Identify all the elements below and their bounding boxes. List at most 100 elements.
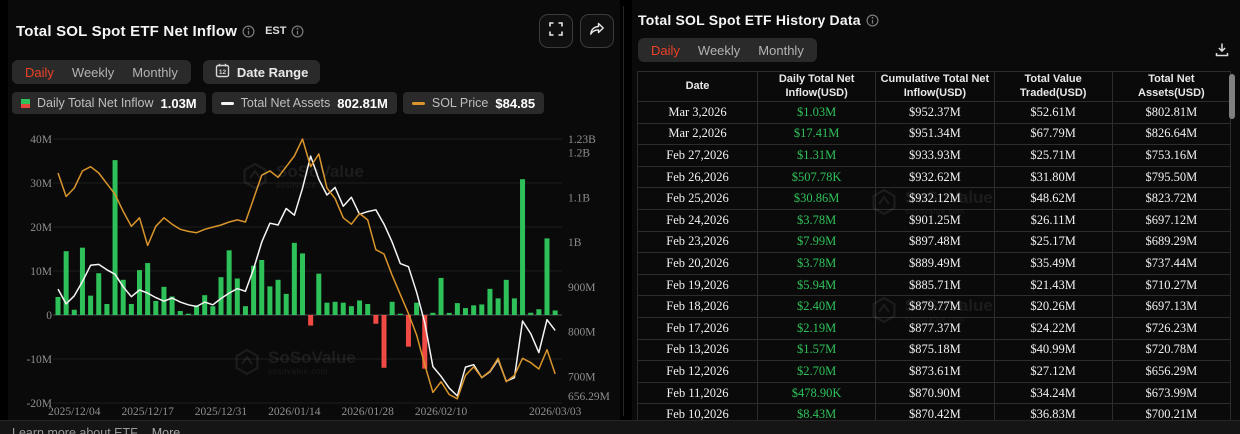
table-row: Feb 11,2026$478.90K$870.90M$34.24M$673.9… <box>638 382 1231 404</box>
col-total-value-traded: Total Value Traded(USD) <box>994 72 1112 102</box>
fullscreen-icon <box>549 22 563 41</box>
date-range-button[interactable]: 12 Date Range <box>203 60 321 84</box>
tab-daily[interactable]: Daily <box>642 42 689 59</box>
cell-value: $34.24M <box>994 382 1112 404</box>
title-info-icon[interactable] <box>242 25 255 38</box>
col-date: Date <box>638 72 758 102</box>
cell-value: $656.29M <box>1112 361 1230 383</box>
etf-flow-chart-svg: 40M30M20M10M0-10M-20M1.23B1.2B1.1B1B900M… <box>8 126 620 418</box>
history-info-icon[interactable] <box>866 14 879 27</box>
table-row: Feb 18,2026$2.40M$879.77M$20.26M$697.13M <box>638 296 1231 318</box>
cell-value: $875.18M <box>876 339 994 361</box>
cell-value: $877.37M <box>876 317 994 339</box>
net-inflow-panel: Total SOL Spot ETF Net Inflow EST Daily … <box>8 0 620 421</box>
svg-text:20M: 20M <box>30 222 52 234</box>
svg-text:-10M: -10M <box>26 354 52 366</box>
cell-value: $901.25M <box>876 209 994 231</box>
etf-flow-chart[interactable]: 40M30M20M10M0-10M-20M1.23B1.2B1.1B1B900M… <box>8 126 620 418</box>
timezone-info-icon[interactable] <box>291 25 304 38</box>
timezone-label: EST <box>265 25 286 37</box>
footer-more-link[interactable]: More <box>152 426 180 434</box>
cell-value: $24.22M <box>994 317 1112 339</box>
table-row: Mar 2,2026$17.41M$951.34M$67.79M$826.64M <box>638 123 1231 145</box>
cell-value: $3.78M <box>758 209 876 231</box>
cell-value: $933.93M <box>876 145 994 167</box>
white-dash-icon <box>221 102 234 105</box>
cell-value: $20.26M <box>994 296 1112 318</box>
tab-monthly[interactable]: Monthly <box>123 64 187 81</box>
cell-value: $879.77M <box>876 296 994 318</box>
table-row: Feb 12,2026$2.70M$873.61M$27.12M$656.29M <box>638 361 1231 383</box>
cell-value: $885.71M <box>876 274 994 296</box>
download-button[interactable] <box>1214 42 1230 58</box>
cell-value: $710.27M <box>1112 274 1230 296</box>
table-scrollbar[interactable] <box>1229 74 1235 418</box>
svg-text:2026/01/14: 2026/01/14 <box>268 406 321 418</box>
svg-text:12: 12 <box>219 69 227 76</box>
share-icon <box>589 22 605 41</box>
svg-text:2026/01/28: 2026/01/28 <box>342 406 395 418</box>
cell-value: $1.57M <box>758 339 876 361</box>
cell-value: $802.81M <box>1112 102 1230 124</box>
cell-value: $5.94M <box>758 274 876 296</box>
svg-text:1.1B: 1.1B <box>568 192 590 204</box>
green-red-split-square-icon <box>21 99 30 108</box>
chart-legend: Daily Total Net Inflow 1.03M Total Net A… <box>12 92 620 114</box>
cell-value: $507.78K <box>758 166 876 188</box>
svg-text:30M: 30M <box>30 178 52 190</box>
cell-date: Feb 19,2026 <box>638 274 758 296</box>
cell-value: $673.99M <box>1112 382 1230 404</box>
panel-divider <box>623 6 624 416</box>
cell-value: $689.29M <box>1112 231 1230 253</box>
legend-sol-price[interactable]: SOL Price $84.85 <box>403 92 544 114</box>
svg-text:2025/12/04: 2025/12/04 <box>48 406 101 418</box>
col-total-net-assets: Total Net Assets(USD) <box>1112 72 1230 102</box>
cell-value: $873.61M <box>876 361 994 383</box>
table-row: Mar 3,2026$1.03M$952.37M$52.61M$802.81M <box>638 102 1231 124</box>
net-inflow-header: Total SOL Spot ETF Net Inflow EST <box>8 0 620 48</box>
table-scrollbar-thumb[interactable] <box>1229 74 1235 119</box>
cell-value: $1.31M <box>758 145 876 167</box>
svg-text:10M: 10M <box>30 266 52 278</box>
cell-value: $67.79M <box>994 123 1112 145</box>
cell-value: $826.64M <box>1112 123 1230 145</box>
cell-value: $720.78M <box>1112 339 1230 361</box>
svg-text:1.2B: 1.2B <box>568 147 590 159</box>
svg-text:0: 0 <box>46 310 52 322</box>
svg-text:2026/02/10: 2026/02/10 <box>415 406 468 418</box>
cell-value: $726.23M <box>1112 317 1230 339</box>
tab-weekly[interactable]: Weekly <box>63 64 123 81</box>
tab-daily[interactable]: Daily <box>16 64 63 81</box>
chart-interval-tabs: Daily Weekly Monthly <box>12 60 191 84</box>
share-button[interactable] <box>580 14 614 48</box>
footer-strip: Learn more about ETFMore <box>0 420 1240 434</box>
table-interval-tabs: Daily Weekly Monthly <box>638 38 817 62</box>
cell-date: Feb 24,2026 <box>638 209 758 231</box>
svg-text:656.29M: 656.29M <box>568 391 610 403</box>
table-row: Feb 25,2026$30.86M$932.12M$48.62M$823.72… <box>638 188 1231 210</box>
cell-value: $753.16M <box>1112 145 1230 167</box>
svg-text:2025/12/17: 2025/12/17 <box>121 406 174 418</box>
cell-value: $27.12M <box>994 361 1112 383</box>
legend-total-net-assets[interactable]: Total Net Assets 802.81M <box>212 92 397 114</box>
table-header-row: Date Daily Total Net Inflow(USD) Cumulat… <box>638 72 1231 102</box>
tab-weekly[interactable]: Weekly <box>689 42 749 59</box>
table-row: Feb 24,2026$3.78M$901.25M$26.11M$697.12M <box>638 209 1231 231</box>
cell-value: $31.80M <box>994 166 1112 188</box>
svg-text:900M: 900M <box>568 282 595 294</box>
cell-value: $3.78M <box>758 253 876 275</box>
cell-date: Feb 13,2026 <box>638 339 758 361</box>
date-range-label: Date Range <box>237 65 309 80</box>
history-data-table: Date Daily Total Net Inflow(USD) Cumulat… <box>637 71 1231 426</box>
svg-text:1.23B: 1.23B <box>568 134 596 146</box>
cell-value: $889.49M <box>876 253 994 275</box>
cell-date: Feb 25,2026 <box>638 188 758 210</box>
cell-date: Mar 2,2026 <box>638 123 758 145</box>
cell-value: $40.99M <box>994 339 1112 361</box>
legend-daily-net-inflow[interactable]: Daily Total Net Inflow 1.03M <box>12 92 206 114</box>
fullscreen-button[interactable] <box>539 14 573 48</box>
history-data-title: Total SOL Spot ETF History Data <box>638 12 861 28</box>
tab-monthly[interactable]: Monthly <box>749 42 813 59</box>
col-cumulative-net-inflow: Cumulative Total Net Inflow(USD) <box>876 72 994 102</box>
download-icon <box>1214 42 1230 58</box>
